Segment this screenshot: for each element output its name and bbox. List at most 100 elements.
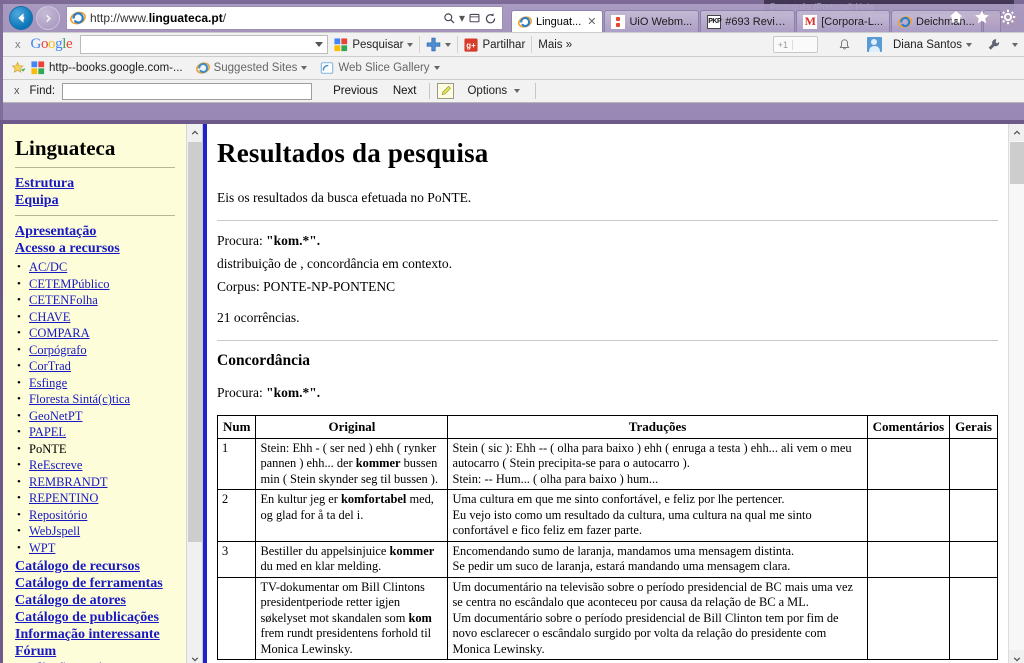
google-plus-button[interactable]	[426, 37, 452, 52]
sidebar-scrollbar[interactable]	[186, 124, 202, 663]
scroll-down-button[interactable]	[187, 650, 202, 663]
sidebar-item-equipa[interactable]: Equipa	[15, 192, 175, 209]
sidebar-item-acdc[interactable]: AC/DC	[29, 260, 67, 274]
chevron-down-icon[interactable]	[433, 66, 440, 70]
list-item: WPT	[17, 540, 175, 557]
plus-one-button[interactable]: +1	[772, 36, 818, 53]
google-account-name[interactable]: Diana Santos	[893, 39, 972, 51]
google-search-button[interactable]: Pesquisar	[334, 37, 414, 52]
avatar[interactable]	[866, 37, 882, 52]
scrollbar-thumb[interactable]	[1010, 142, 1024, 184]
table-row: 1 Stein: Ehh - ( ser ned ) ehh ( rynker …	[216, 437, 998, 490]
browser-tab-corpora-list[interactable]: M [Corpora-L...	[796, 10, 890, 32]
sidebar-item-papel[interactable]: PAPEL	[29, 425, 66, 439]
cell-comentarios[interactable]	[866, 489, 951, 542]
original-post: frem rundt presidentens forhold til Moni…	[260, 626, 432, 656]
search-dropdown-caret[interactable]: ▾	[459, 12, 465, 24]
section-search-query-line: Procura: "kom.*".	[217, 384, 998, 401]
search-icon[interactable]	[443, 12, 456, 25]
sidebar-item-cetenfolha[interactable]: CETENFolha	[29, 293, 98, 307]
cell-gerais[interactable]	[949, 576, 998, 660]
sidebar-item-forum[interactable]: Fórum	[15, 643, 175, 660]
chevron-down-icon[interactable]	[445, 42, 452, 47]
sidebar-item-floresta-sintactica[interactable]: Floresta Sintá(c)tica	[29, 392, 130, 406]
cell-comentarios[interactable]	[866, 540, 951, 578]
sidebar-item-compara[interactable]: COMPARA	[29, 326, 90, 340]
find-bar-close-button[interactable]: x	[11, 85, 23, 97]
forward-button[interactable]	[36, 6, 60, 30]
sidebar-item-webjspell[interactable]: WebJspell	[29, 524, 80, 538]
list-item: COMPARA	[17, 325, 175, 342]
chevron-down-icon[interactable]	[407, 42, 414, 47]
chevron-down-icon[interactable]	[1012, 42, 1018, 47]
find-options-button[interactable]: Options	[467, 85, 507, 97]
chevron-down-icon[interactable]	[514, 89, 521, 93]
google-share-button[interactable]: g+ Partilhar	[464, 37, 525, 52]
chevron-down-icon[interactable]	[301, 66, 308, 70]
sidebar-item-esfinge[interactable]: Esfinge	[29, 376, 67, 390]
scroll-down-button[interactable]	[1009, 650, 1024, 663]
divider	[531, 36, 533, 53]
sidebar-item-catalogo-de-atores[interactable]: Catálogo de atores	[15, 592, 175, 609]
chevron-down-icon[interactable]	[315, 42, 324, 47]
main-scrollbar[interactable]	[1008, 124, 1024, 663]
browser-tab-693-review[interactable]: PKP #693 Review	[700, 10, 796, 32]
google-search-input[interactable]	[80, 35, 329, 54]
favorites-star-icon[interactable]	[974, 9, 990, 25]
google-toolbar-close-button[interactable]: x	[11, 39, 25, 51]
sidebar-item-catalogo-de-publicacoes[interactable]: Catálogo de publicações	[15, 609, 175, 626]
cell-gerais[interactable]	[949, 489, 998, 542]
cell-comentarios[interactable]	[866, 437, 951, 490]
divider	[535, 83, 537, 99]
sidebar-item-cetempublico[interactable]: CETEMPúblico	[29, 277, 110, 291]
scrollbar-thumb[interactable]	[188, 142, 202, 542]
refresh-icon[interactable]	[484, 12, 497, 25]
google-squares-icon	[334, 37, 348, 51]
chevron-down-icon[interactable]	[966, 42, 972, 47]
cell-gerais[interactable]	[949, 437, 998, 490]
original-keyword: kommer	[355, 456, 401, 470]
browser-tab-uio-webmail[interactable]: UiO Webm...	[604, 10, 700, 32]
find-highlight-button[interactable]	[437, 83, 455, 99]
tab-label: UiO Webm...	[629, 15, 693, 28]
sidebar-item-rembrandt[interactable]: REMBRANDT	[29, 475, 107, 489]
ie-favicon-icon	[898, 15, 912, 28]
sidebar-item-chave[interactable]: CHAVE	[29, 310, 70, 324]
sidebar-item-reescreve[interactable]: ReEscreve	[29, 458, 82, 472]
sidebar-item-catalogo-de-ferramentas[interactable]: Catálogo de ferramentas	[15, 575, 175, 592]
google-more-label: Mais »	[538, 38, 573, 51]
compatibility-view-icon[interactable]	[468, 12, 481, 25]
sidebar-item-catalogo-de-recursos[interactable]: Catálogo de recursos	[15, 558, 175, 575]
notifications-bell-icon[interactable]	[838, 38, 851, 52]
sidebar-item-repentino[interactable]: REPENTINO	[29, 491, 98, 505]
sidebar-item-informacao-interessante[interactable]: Informação interessante	[15, 626, 175, 643]
sidebar-item-wpt[interactable]: WPT	[29, 541, 55, 555]
sidebar-item-estrutura[interactable]: Estrutura	[15, 175, 175, 192]
google-more-button[interactable]: Mais »	[538, 39, 572, 51]
cell-gerais[interactable]	[949, 540, 998, 578]
find-input[interactable]	[62, 82, 313, 100]
favorites-item-books-google[interactable]: http--books.google.com-...	[31, 61, 183, 75]
sidebar-item-acesso-a-recursos[interactable]: Acesso a recursos	[15, 240, 175, 257]
find-previous-button[interactable]: Previous	[333, 85, 378, 97]
add-favorites-icon[interactable]	[11, 61, 26, 75]
find-next-button[interactable]: Next	[393, 85, 417, 97]
cell-comentarios[interactable]	[866, 576, 951, 660]
address-bar[interactable]: http://www.linguateca.pt/ ▾	[66, 6, 503, 30]
sidebar-item-repositorio[interactable]: Repositório	[29, 508, 87, 522]
sidebar-item-cortrad[interactable]: CorTrad	[29, 359, 71, 373]
sidebar-item-corpografo[interactable]: Corpógrafo	[29, 343, 87, 357]
scroll-up-button[interactable]	[1009, 124, 1024, 141]
favorites-item-web-slice-gallery[interactable]: Web Slice Gallery	[320, 61, 440, 75]
back-button[interactable]	[9, 6, 33, 30]
sidebar-item-apresentacao[interactable]: Apresentação	[15, 223, 175, 240]
sidebar-item-geonetpt[interactable]: GeoNetPT	[29, 409, 82, 423]
browser-tab-linguateca[interactable]: Linguat... ✕	[511, 10, 604, 32]
scroll-up-button[interactable]	[187, 124, 202, 141]
home-icon[interactable]	[948, 9, 964, 25]
wrench-icon[interactable]	[987, 38, 1001, 52]
tools-gear-icon[interactable]	[1000, 9, 1016, 25]
tab-close-icon[interactable]: ✕	[587, 15, 596, 28]
favorites-item-suggested-sites[interactable]: Suggested Sites	[195, 61, 308, 75]
cell-traducoes: Uma cultura em que me sinto confortável,…	[447, 489, 868, 542]
